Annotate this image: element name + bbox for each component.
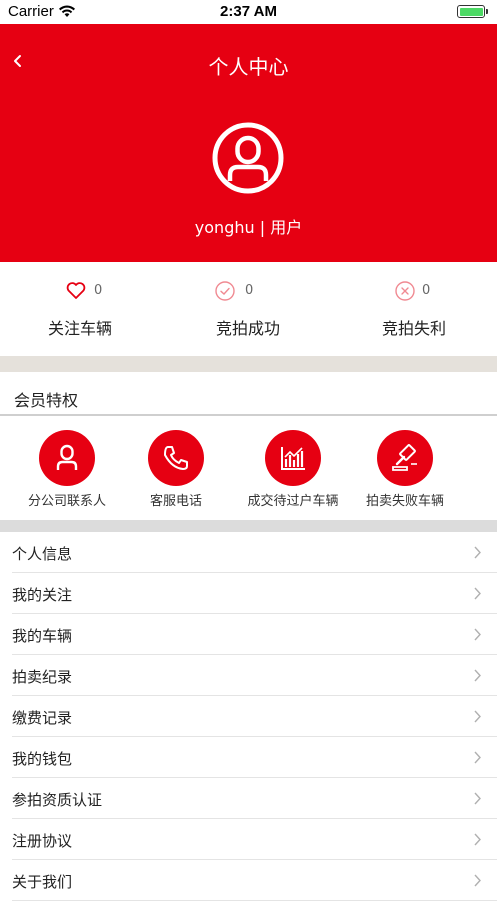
perk-customer-service[interactable]: 客服电话	[116, 430, 236, 520]
menu-item-my-vehicles[interactable]: 我的车辆	[0, 614, 497, 655]
perk-failed-auction[interactable]: 拍卖失败车辆	[345, 430, 465, 520]
member-perks: 分公司联系人 客服电话 成交待过户车辆 拍卖失败车辆	[0, 416, 497, 520]
menu-item-bidding-qualification[interactable]: 参拍资质认证	[0, 778, 497, 819]
stat-label: 关注车辆	[47, 319, 112, 338]
profile-header: 个人中心 yonghu | 用户	[0, 24, 497, 262]
menu-item-my-wallet[interactable]: 我的钱包	[0, 737, 497, 778]
perk-label: 成交待过户车辆	[247, 494, 339, 509]
stat-count: 0	[94, 283, 103, 298]
menu-item-label: 我的关注	[12, 586, 73, 604]
menu-item-label: 关于我们	[12, 873, 73, 891]
username-label: yonghu | 用户	[194, 218, 303, 237]
chevron-right-icon	[474, 628, 481, 641]
check-circle-icon	[215, 281, 235, 301]
perk-branch-contact[interactable]: 分公司联系人	[7, 430, 127, 520]
perk-circle	[39, 430, 95, 486]
menu-item-label: 缴费记录	[12, 709, 73, 727]
chevron-right-icon	[474, 833, 481, 846]
menu-item-about-us[interactable]: 关于我们	[0, 860, 497, 901]
menu-item-personal-info[interactable]: 个人信息	[0, 532, 497, 573]
section-title: 会员特权	[14, 391, 79, 410]
menu-item-label: 参拍资质认证	[12, 791, 103, 809]
perk-circle	[265, 430, 321, 486]
menu-item-label: 个人信息	[12, 545, 73, 563]
status-bar: Carrier 2:37 AM	[0, 0, 497, 24]
menu-item-label: 我的钱包	[12, 750, 73, 768]
perk-circle	[148, 430, 204, 486]
phone-icon	[164, 446, 188, 470]
gavel-icon	[392, 444, 417, 471]
user-avatar-icon	[212, 122, 284, 194]
stat-label: 竞拍失利	[381, 319, 446, 338]
chevron-right-icon	[474, 546, 481, 559]
menu-item-label: 我的车辆	[12, 627, 73, 645]
perk-label: 客服电话	[149, 494, 202, 509]
x-circle-icon	[395, 281, 415, 301]
section-divider	[0, 520, 497, 532]
section-divider	[0, 356, 497, 372]
perk-label: 拍卖失败车辆	[365, 494, 444, 509]
menu-item-my-follows[interactable]: 我的关注	[0, 573, 497, 614]
perk-pending-transfer[interactable]: 成交待过户车辆	[233, 430, 353, 520]
stat-count: 0	[422, 283, 431, 298]
stat-followed-vehicles[interactable]: 0 关注车辆	[0, 262, 160, 356]
chevron-right-icon	[474, 669, 481, 682]
member-section-header: 会员特权	[0, 372, 497, 416]
chevron-right-icon	[474, 874, 481, 887]
stat-count: 0	[245, 283, 254, 298]
page-title: 个人中心	[208, 55, 289, 79]
perk-label: 分公司联系人	[27, 494, 106, 509]
menu-item-payment-records[interactable]: 缴费记录	[0, 696, 497, 737]
chevron-right-icon	[474, 710, 481, 723]
heart-icon	[66, 282, 86, 299]
menu-item-auction-records[interactable]: 拍卖纪录	[0, 655, 497, 696]
stats-bar: 0 关注车辆 0 竞拍成功 0 竞拍失利	[0, 262, 497, 356]
stat-label: 竞拍成功	[215, 319, 280, 338]
perk-circle	[377, 430, 433, 486]
chevron-right-icon	[474, 587, 481, 600]
menu-item-label: 注册协议	[12, 832, 73, 850]
person-icon	[56, 444, 78, 470]
chart-icon	[281, 447, 305, 470]
stat-auction-won[interactable]: 0 竞拍成功	[168, 262, 328, 356]
menu-item-registration-agreement[interactable]: 注册协议	[0, 819, 497, 860]
clock: 2:37 AM	[220, 3, 277, 20]
stat-auction-lost[interactable]: 0 竞拍失利	[334, 262, 494, 356]
menu-item-label: 拍卖纪录	[12, 668, 73, 686]
avatar[interactable]	[211, 121, 285, 195]
battery-icon	[457, 5, 488, 18]
menu-list: 个人信息我的关注我的车辆拍卖纪录缴费记录我的钱包参拍资质认证 注册协议关于我们	[0, 532, 497, 901]
chevron-right-icon	[474, 792, 481, 805]
chevron-right-icon	[474, 751, 481, 764]
